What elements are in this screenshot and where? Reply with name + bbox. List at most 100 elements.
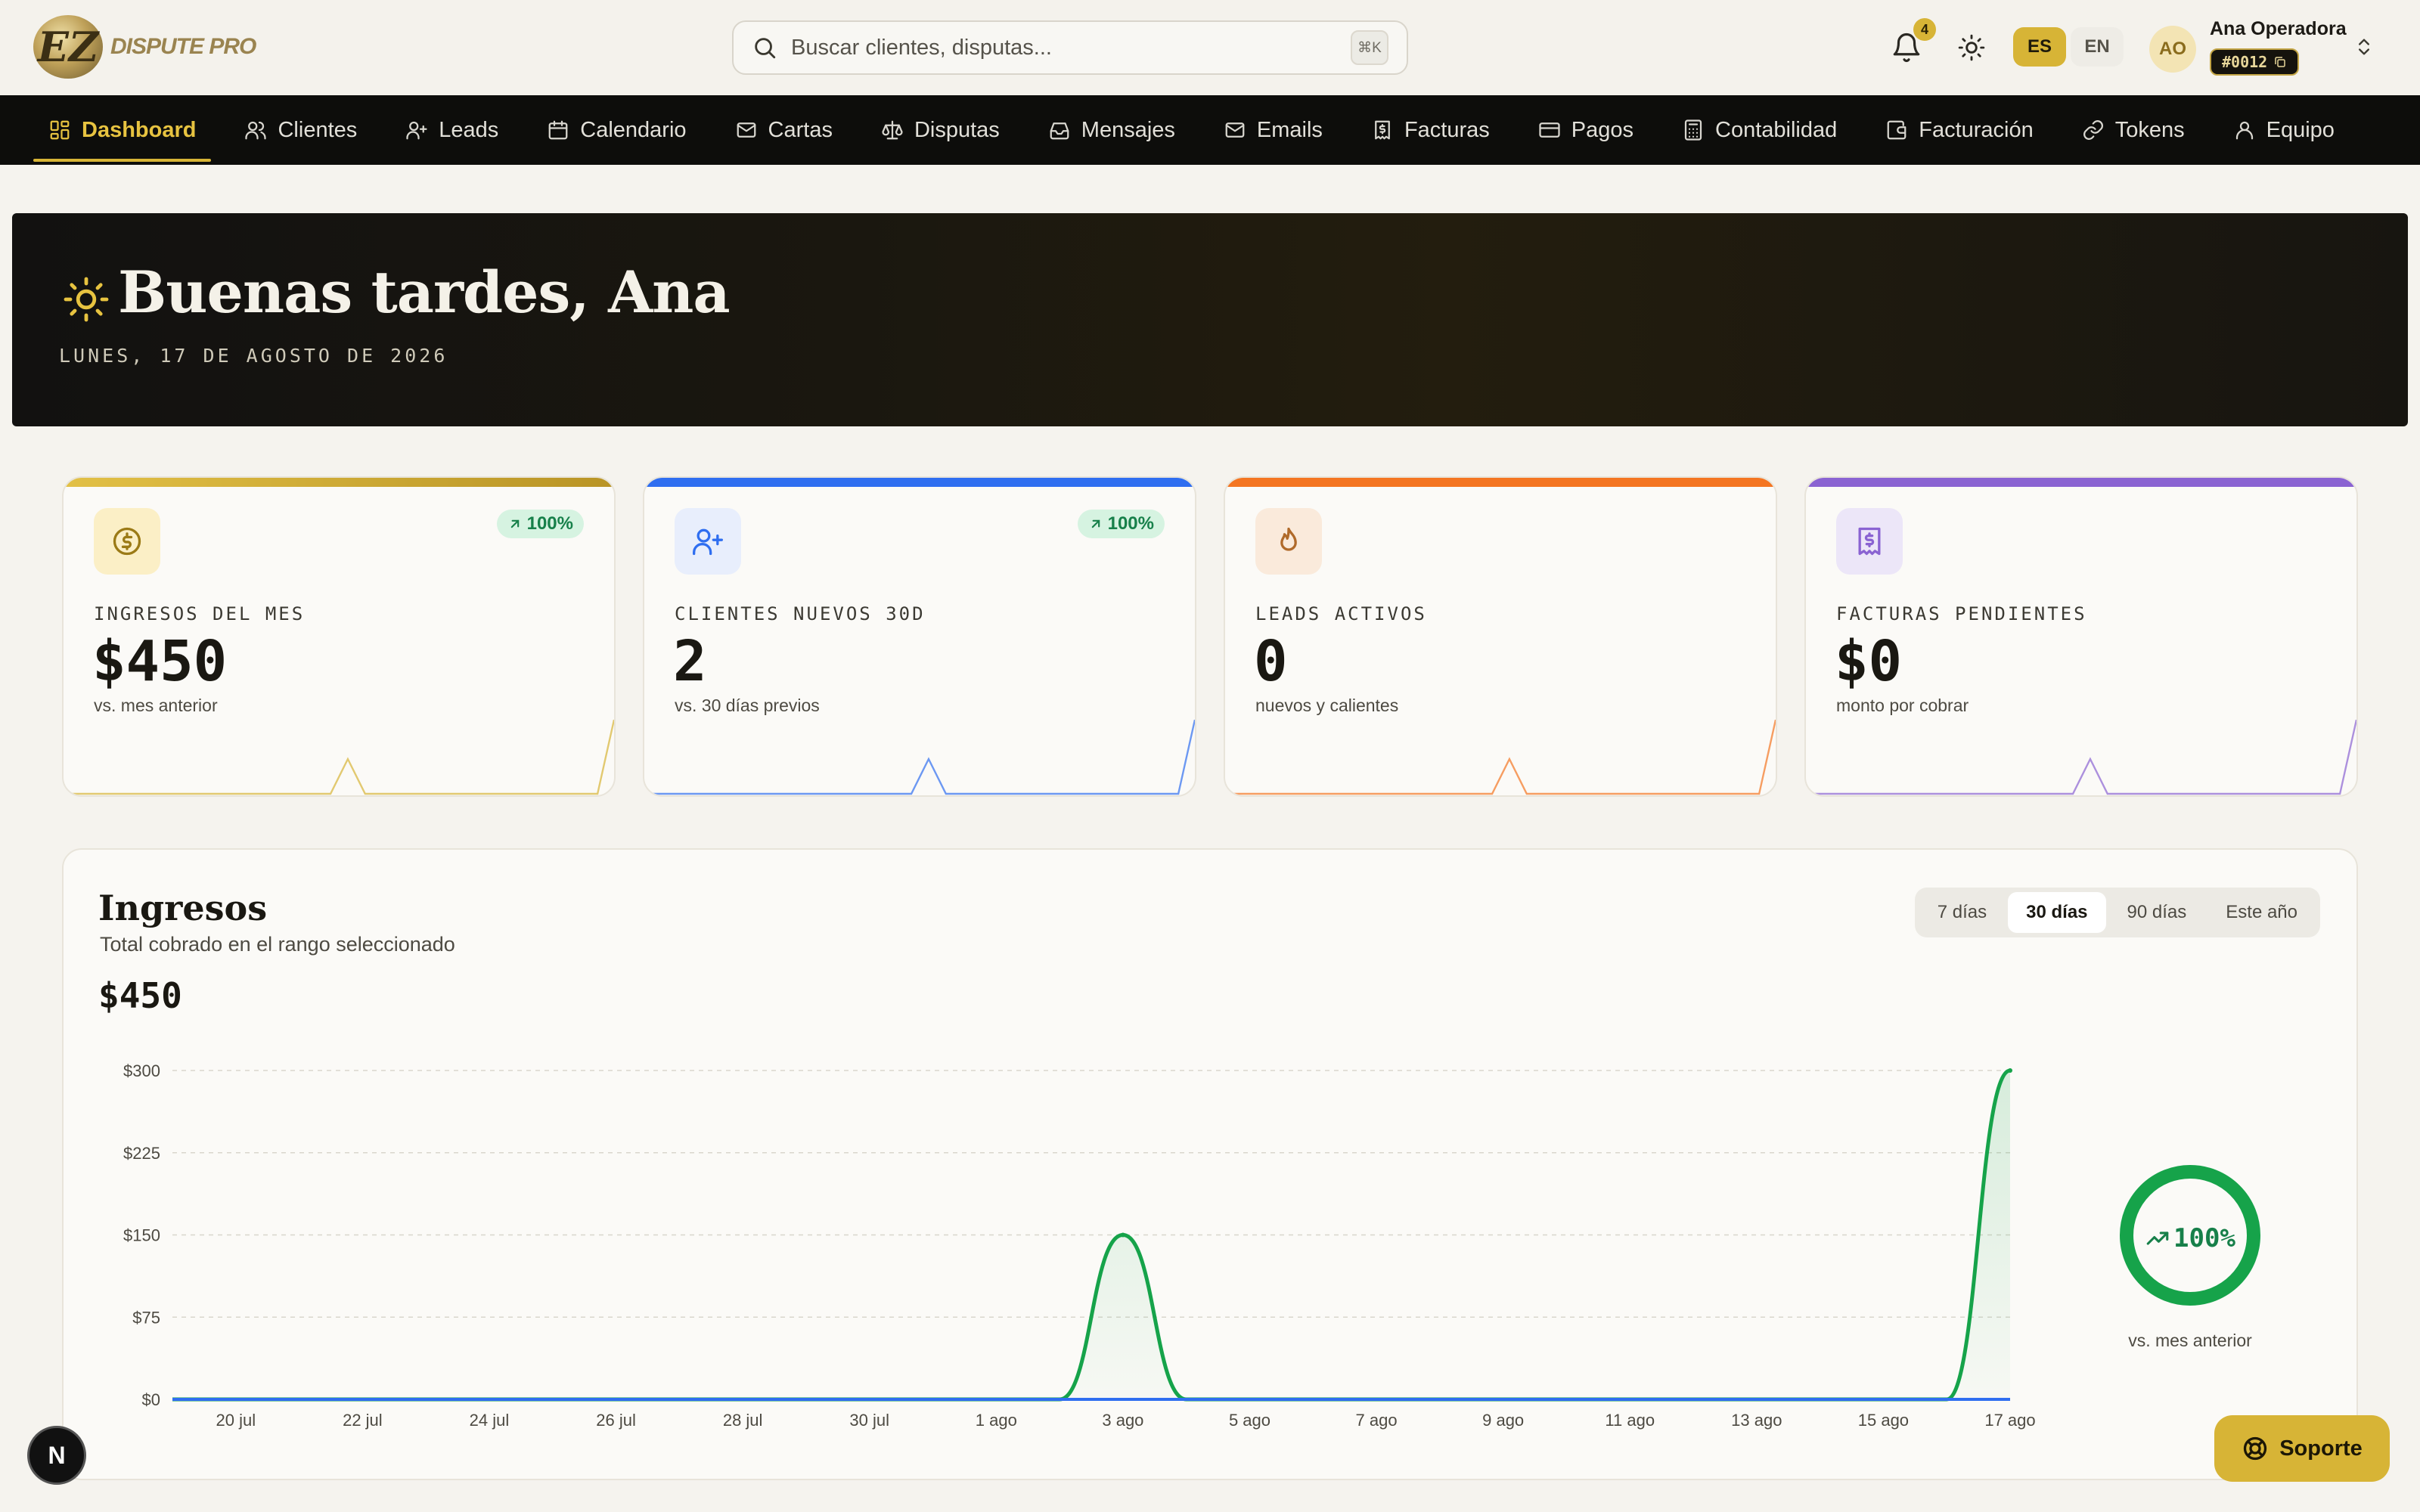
kpi-subtitle: vs. 30 días previos xyxy=(675,696,820,715)
dashboard-icon xyxy=(50,120,70,140)
nav-item-facturacion[interactable]: Facturación xyxy=(1870,95,2049,165)
current-date: LUNES, 17 DE AGOSTO DE 2026 xyxy=(59,345,448,367)
kpi-icon-box xyxy=(1836,508,1903,575)
kpi-icon-box xyxy=(675,508,741,575)
user-id-badge[interactable]: #0012 xyxy=(2210,48,2300,76)
nav-item-equipo[interactable]: Equipo xyxy=(2218,95,2350,165)
nav-item-label: Facturas xyxy=(1404,117,1490,142)
change-ring-label: 100% xyxy=(2114,1163,2266,1314)
search-bar[interactable]: ⌘K xyxy=(732,20,1408,75)
nav-item-label: Contabilidad xyxy=(1715,117,1838,142)
kpi-card-facturas-pendientes[interactable]: FACTURAS PENDIENTES $0 monto por cobrar xyxy=(1804,476,2358,797)
search-icon xyxy=(755,38,776,59)
nav-item-leads[interactable]: Leads xyxy=(390,95,513,165)
nav-item-contabilidad[interactable]: Contabilidad xyxy=(1667,95,1852,165)
chevrons-up-down-icon[interactable] xyxy=(2353,35,2375,59)
main-nav: Dashboard Clientes Leads Calendario Cartas Di… xyxy=(0,95,2420,165)
range-option-este-ano[interactable]: Este año xyxy=(2207,892,2316,933)
inbox-icon xyxy=(1050,122,1069,140)
nav-item-label: Calendario xyxy=(580,117,687,142)
flame-icon xyxy=(1280,527,1297,551)
scale-icon xyxy=(882,120,903,140)
user-id-text: #0012 xyxy=(2222,53,2268,71)
kpi-icon-box xyxy=(1255,508,1322,575)
copy-icon xyxy=(2275,57,2285,67)
kpi-card-ingresos-del-mes[interactable]: 100% INGRESOS DEL MES $450 vs. mes anteri… xyxy=(62,476,616,797)
nav-item-label: Cartas xyxy=(768,117,833,142)
nav-item-emails[interactable]: Emails xyxy=(1208,95,1338,165)
top-bar: EZ DISPUTE PRO ⌘K 4 ES EN AO Ana Operado… xyxy=(0,0,2420,95)
chart-y-tick-label: $225 xyxy=(123,1144,160,1163)
nav-item-mensajes[interactable]: Mensajes xyxy=(1033,95,1190,165)
change-value: 100% xyxy=(2173,1223,2235,1253)
wallet-icon xyxy=(1887,120,1907,140)
nav-item-calendario[interactable]: Calendario xyxy=(532,95,701,165)
kpi-card-leads-activos[interactable]: LEADS ACTIVOS 0 nuevos y calientes xyxy=(1224,476,1777,797)
chart-x-tick-label: 28 jul xyxy=(723,1411,763,1430)
theme-toggle-sun-icon[interactable] xyxy=(1957,33,1986,62)
mail-icon xyxy=(1225,122,1245,138)
chart-x-tick-label: 20 jul xyxy=(216,1411,256,1430)
calendar-icon xyxy=(548,120,568,140)
lang-option-en[interactable]: EN xyxy=(2071,27,2124,67)
kpi-accent-bar xyxy=(64,478,614,487)
app-logo[interactable]: EZ DISPUTE PRO xyxy=(33,15,256,79)
chart-x-tick-label: 15 ago xyxy=(1858,1411,1909,1430)
nav-item-label: Leads xyxy=(439,117,499,142)
notification-badge: 4 xyxy=(1913,18,1936,41)
nav-item-label: Facturación xyxy=(1919,117,2034,142)
chart-point xyxy=(1120,1232,1125,1238)
nav-item-label: Tokens xyxy=(2114,117,2185,142)
sun-icon xyxy=(64,277,109,322)
lang-option-es[interactable]: ES xyxy=(2013,27,2066,67)
nav-item-clientes[interactable]: Clientes xyxy=(229,95,372,165)
kpi-subtitle: vs. mes anterior xyxy=(94,696,218,715)
kpi-sparkline xyxy=(644,720,1195,795)
kpi-subtitle: nuevos y calientes xyxy=(1255,696,1399,715)
nav-item-disputas[interactable]: Disputas xyxy=(866,95,1015,165)
nav-item-label: Clientes xyxy=(278,117,358,142)
nav-item-pagos[interactable]: Pagos xyxy=(1523,95,1649,165)
nav-item-dashboard[interactable]: Dashboard xyxy=(33,95,212,165)
avatar[interactable]: AO xyxy=(2149,26,2196,73)
kpi-trend-badge: 100% xyxy=(1077,510,1165,538)
chart-y-tick-label: $300 xyxy=(123,1061,160,1080)
nav-item-facturas[interactable]: Facturas xyxy=(1356,95,1505,165)
receipt-icon xyxy=(1858,527,1881,556)
chart-x-tick-label: 26 jul xyxy=(596,1411,636,1430)
chart-x-tick-label: 3 ago xyxy=(1102,1411,1143,1430)
kpi-icon-box xyxy=(94,508,160,575)
search-input[interactable] xyxy=(791,35,1351,60)
trending-up-icon xyxy=(2146,1232,2169,1245)
user-name: Ana Operadora xyxy=(2210,18,2347,39)
kpi-label: CLIENTES NUEVOS 30D xyxy=(675,603,926,624)
user-plus-icon xyxy=(693,528,723,556)
kpi-value: 0 xyxy=(1254,629,1288,694)
chart-y-tick-label: $0 xyxy=(142,1390,160,1409)
calculator-icon xyxy=(1684,119,1702,141)
link-icon xyxy=(2083,120,2103,140)
logo-mark: EZ xyxy=(33,15,103,79)
arrow-up-right-icon xyxy=(1091,519,1100,528)
kpi-cards: 100% INGRESOS DEL MES $450 vs. mes anteri… xyxy=(62,476,2358,797)
greeting-title: Buenas tardes, Ana xyxy=(118,259,731,326)
kpi-trend-badge: 100% xyxy=(496,510,584,538)
nav-item-cartas[interactable]: Cartas xyxy=(720,95,848,165)
kpi-card-clientes-nuevos-30d[interactable]: 100% CLIENTES NUEVOS 30D 2 vs. 30 días pr… xyxy=(643,476,1196,797)
chart-x-tick-label: 17 ago xyxy=(1984,1411,2035,1430)
kpi-accent-bar xyxy=(644,478,1195,487)
kpi-value: 2 xyxy=(673,629,707,694)
chart-x-tick-label: 24 jul xyxy=(470,1411,510,1430)
nav-item-label: Disputas xyxy=(914,117,1000,142)
chart-x-tick-label: 5 ago xyxy=(1229,1411,1270,1430)
arrow-up-right-icon xyxy=(510,519,519,528)
kpi-sparkline xyxy=(64,720,614,795)
support-button[interactable]: Soporte xyxy=(2214,1415,2390,1482)
dev-tools-badge[interactable]: N xyxy=(27,1426,86,1485)
chart-point xyxy=(2008,1068,2012,1073)
chart-y-tick-label: $150 xyxy=(123,1226,160,1245)
range-option-90-dias[interactable]: 90 días xyxy=(2109,892,2205,933)
chart-x-tick-label: 30 jul xyxy=(849,1411,889,1430)
search-shortcut-hint: ⌘K xyxy=(1351,30,1388,65)
nav-item-tokens[interactable]: Tokens xyxy=(2067,95,2200,165)
